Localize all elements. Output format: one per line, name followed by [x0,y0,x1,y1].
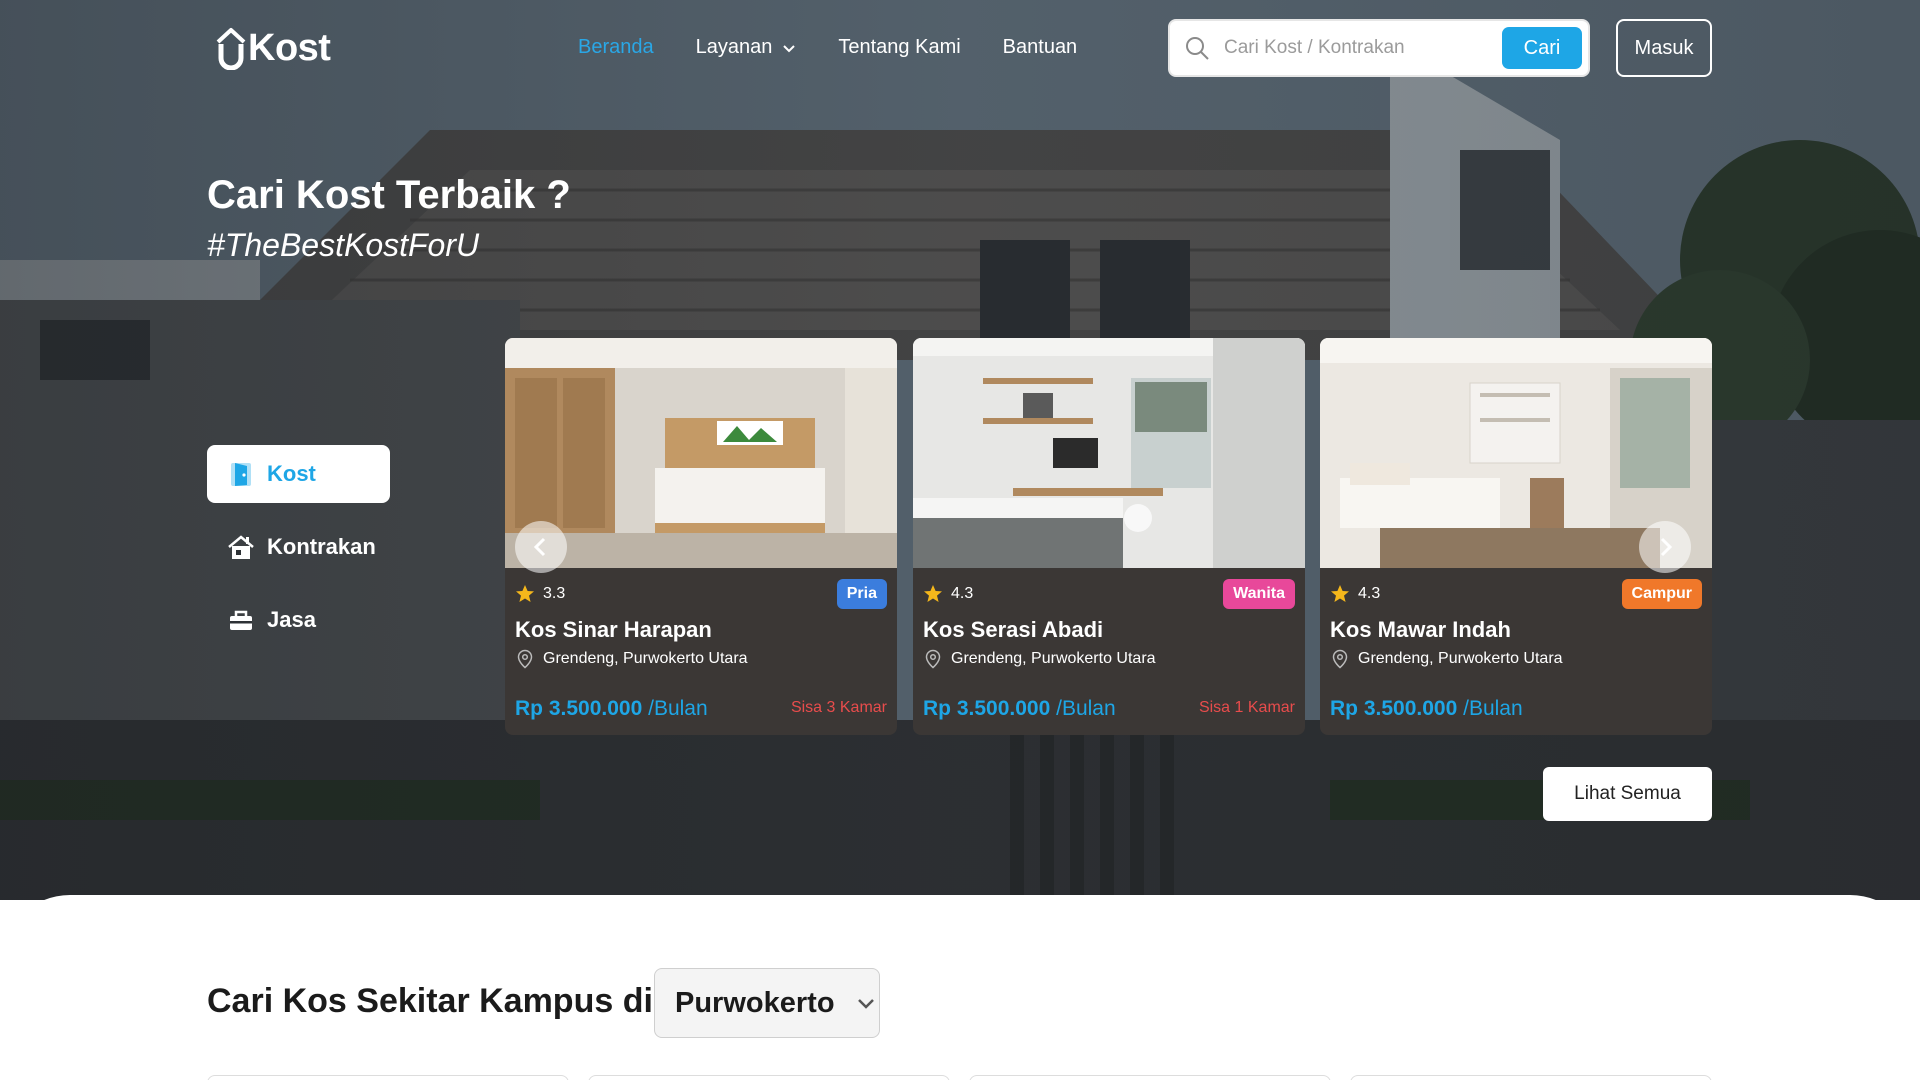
city-select-value: Purwokerto [675,986,835,1019]
room-photo [913,338,1305,568]
rating: 4.3 [923,584,973,604]
listing-location: Grendeng, Purwokerto Utara [923,649,1156,669]
listing-name[interactable]: Kos Mawar Indah [1330,617,1511,643]
nav-layanan-label: Layanan [695,36,773,58]
listing-name[interactable]: Kos Sinar Harapan [515,617,712,643]
nav-layanan[interactable]: Layanan [696,36,797,59]
chevron-down-icon [783,44,796,52]
campus-card[interactable] [1350,1075,1712,1080]
rating: 4.3 [1330,584,1380,604]
price-amount: Rp 3.500.000 [1330,697,1458,720]
search-button[interactable]: Cari [1502,27,1582,69]
nav-beranda-label: Beranda [578,36,654,58]
gender-badge: Campur [1621,579,1702,609]
gender-badge: Pria [836,579,887,609]
nav-tentang-kami[interactable]: Tentang Kami [838,36,960,59]
listing-location-text: Grendeng, Purwokerto Utara [951,650,1156,667]
listing-location-text: Grendeng, Purwokerto Utara [543,650,748,667]
location-pin-icon [925,649,941,669]
carousel-next-button[interactable] [1639,521,1691,573]
location-pin-icon [1332,649,1348,669]
listing-price: Rp 3.500.000 /Bulan [923,697,1116,721]
star-icon [1331,585,1349,602]
price-amount: Rp 3.500.000 [515,697,643,720]
category-kost-label: Kost [267,461,316,486]
listing-location-text: Grendeng, Purwokerto Utara [1358,650,1563,667]
main-nav: Beranda Layanan Tentang Kami Bantuan [578,36,1077,59]
chevron-down-icon [857,999,874,1009]
listing-location: Grendeng, Purwokerto Utara [1330,649,1563,669]
rooms-remaining: Sisa 1 Kamar [1198,699,1295,716]
search-input[interactable] [1224,37,1494,59]
campus-card[interactable] [588,1075,950,1080]
category-kost[interactable]: Kost [207,445,390,503]
category-kontrakan-label: Kontrakan [267,534,376,559]
door-icon [231,463,251,486]
chevron-right-icon [1660,537,1673,557]
hero-title: Cari Kost Terbaik ? [207,173,571,217]
price-period: /Bulan [648,697,708,720]
nav-beranda[interactable]: Beranda [578,36,654,59]
logo-house-u-icon [216,28,246,70]
city-select[interactable]: Purwokerto [654,968,880,1038]
price-period: /Bulan [1463,697,1523,720]
listing-name[interactable]: Kos Serasi Abadi [923,617,1103,643]
rooms-remaining: Sisa 3 Kamar [790,699,887,716]
gender-badge: Wanita [1223,579,1295,609]
search-icon [1186,37,1209,60]
rating-value: 3.3 [543,585,566,602]
hero-tagline: #TheBestKostForU [207,227,480,263]
rating-value: 4.3 [951,585,974,602]
price-amount: Rp 3.500.000 [923,697,1051,720]
category-kontrakan[interactable]: Kontrakan [207,518,390,576]
house-icon [228,535,254,559]
star-icon [516,585,534,602]
star-icon [924,585,942,602]
brand-logo[interactable]: Kost [216,26,331,70]
nav-tentang-label: Tentang Kami [838,36,961,58]
logo-text: Kost [248,27,331,69]
see-all-button[interactable]: Lihat Semua [1543,767,1712,821]
rating: 3.3 [515,584,565,604]
nav-bantuan[interactable]: Bantuan [1003,36,1078,59]
listing-location: Grendeng, Purwokerto Utara [515,649,748,669]
category-jasa-label: Jasa [267,607,316,632]
search-bar: Cari [1168,19,1590,77]
listing-price: Rp 3.500.000 /Bulan [1330,697,1523,721]
carousel-prev-button[interactable] [515,521,567,573]
rating-value: 4.3 [1358,585,1381,602]
location-pin-icon [517,649,533,669]
category-jasa[interactable]: Jasa [207,591,390,649]
campus-card[interactable] [969,1075,1331,1080]
nav-bantuan-label: Bantuan [1002,36,1078,58]
chevron-left-icon [533,537,546,557]
listing-price: Rp 3.500.000 /Bulan [515,697,708,721]
campus-section-title: Cari Kos Sekitar Kampus di [207,982,653,1020]
toolbox-icon [230,610,252,630]
listing-card[interactable]: 4.3 Wanita Kos Serasi Abadi Grendeng, Pu… [913,338,1305,735]
login-button[interactable]: Masuk [1616,19,1712,77]
price-period: /Bulan [1056,697,1116,720]
campus-card[interactable] [207,1075,569,1080]
